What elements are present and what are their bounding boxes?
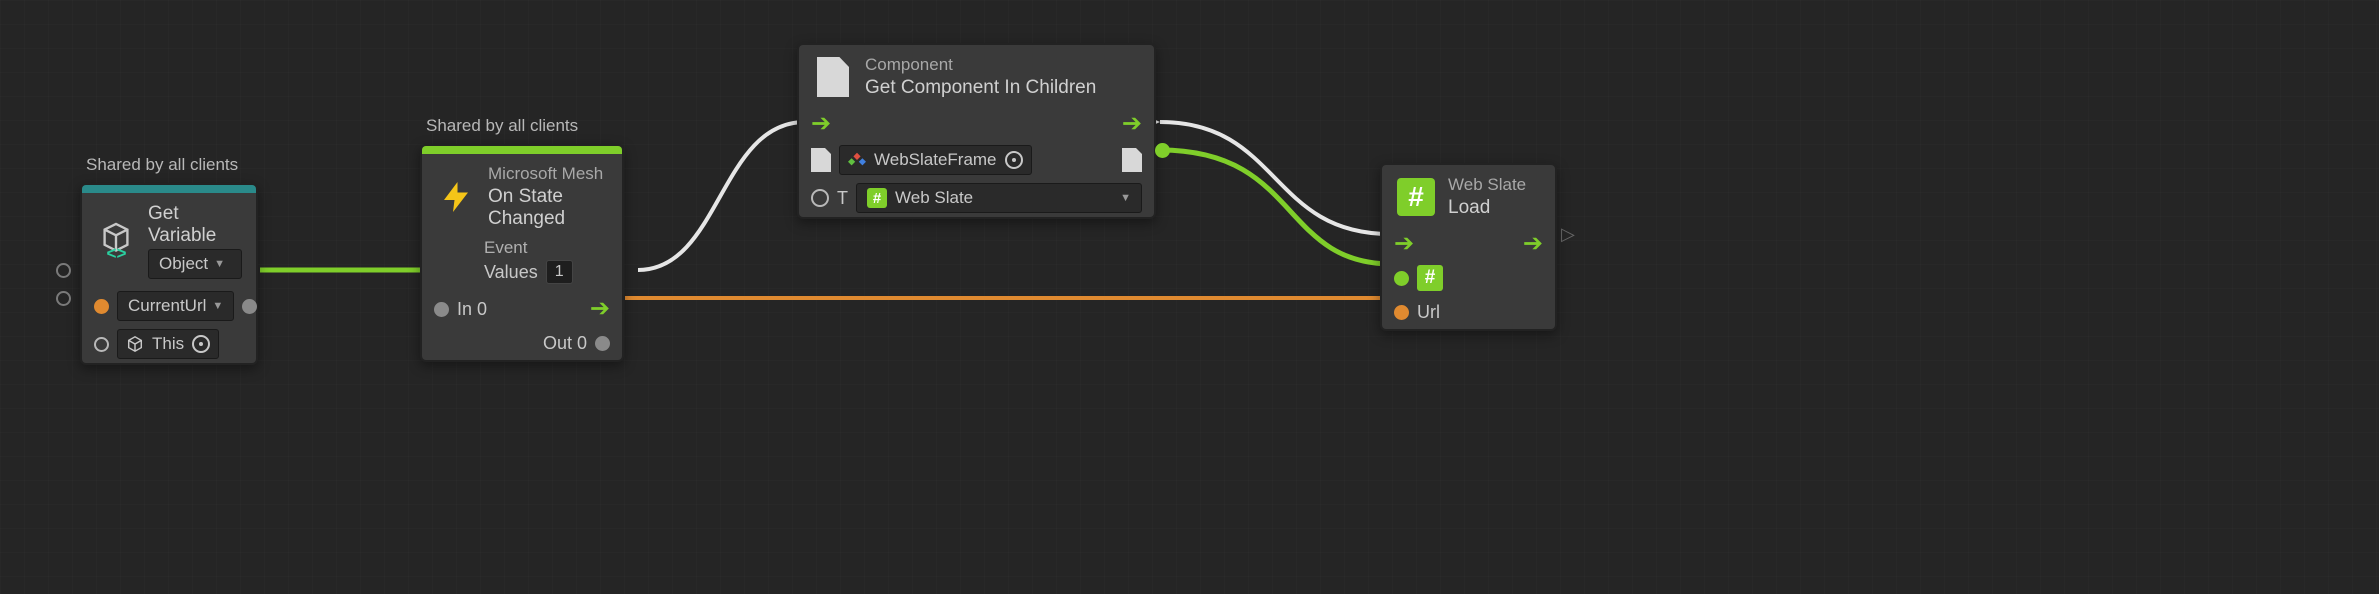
cube-icon: [126, 335, 144, 353]
values-label: Values: [484, 262, 538, 283]
node-web-slate-load[interactable]: # Web Slate Load ➔ ➔ # Url: [1380, 163, 1557, 331]
node-title: Get Component In Children: [865, 77, 1096, 99]
target-value: WebSlateFrame: [874, 150, 997, 170]
flow-out-arrow-icon[interactable]: ➔: [590, 297, 610, 321]
url-label: Url: [1417, 302, 1440, 323]
variable-name-value: CurrentUrl: [128, 296, 206, 316]
lightning-icon: [436, 177, 476, 217]
flow-out-arrow-icon[interactable]: ➔: [1523, 232, 1543, 256]
svg-text:<>: <>: [107, 244, 127, 260]
port-in-name[interactable]: [94, 299, 109, 314]
port-in-0[interactable]: [434, 302, 449, 317]
port-in-component[interactable]: [1394, 271, 1409, 286]
node-category: Microsoft Mesh: [488, 164, 608, 184]
type-value: Web Slate: [895, 188, 973, 208]
target-picker-icon[interactable]: [192, 335, 210, 353]
external-port-2[interactable]: [56, 291, 71, 306]
hash-icon: #: [1396, 177, 1436, 217]
node-get-variable[interactable]: Shared by all clients <> Get Variable Ob…: [80, 183, 258, 365]
hash-icon: #: [1417, 265, 1443, 291]
node-category: Web Slate: [1448, 175, 1526, 195]
node-on-state-changed[interactable]: Shared by all clients Microsoft Mesh On …: [420, 144, 624, 362]
type-dropdown[interactable]: # Web Slate ▼: [856, 183, 1142, 213]
variable-icon: <>: [96, 221, 136, 261]
node-title: Get Variable: [148, 203, 242, 247]
kind-value: Object: [159, 254, 208, 274]
external-port-1[interactable]: [56, 263, 71, 278]
node-color-strip: [82, 185, 256, 193]
shared-label: Shared by all clients: [426, 116, 578, 136]
hash-icon: #: [867, 188, 887, 208]
document-icon: [1122, 148, 1142, 172]
target-picker-icon[interactable]: [1005, 151, 1023, 169]
out-label: Out 0: [543, 333, 587, 354]
component-icon: [848, 151, 866, 169]
values-count[interactable]: 1: [546, 260, 573, 284]
target-field[interactable]: WebSlateFrame: [839, 145, 1032, 175]
event-section-label: Event: [484, 238, 608, 258]
flow-out-arrow-icon[interactable]: ➔: [1122, 112, 1142, 136]
target-field[interactable]: This: [117, 329, 219, 359]
external-flow-port[interactable]: ▷: [1561, 224, 1575, 245]
kind-dropdown[interactable]: Object ▼: [148, 249, 242, 279]
port-in-target[interactable]: [94, 337, 109, 352]
target-value: This: [152, 334, 184, 354]
chevron-down-icon: ▼: [212, 300, 223, 312]
chevron-down-icon: ▼: [1120, 192, 1131, 204]
shared-label: Shared by all clients: [86, 155, 238, 175]
node-category: Component: [865, 55, 1096, 75]
node-color-strip: [422, 146, 622, 154]
port-in-url[interactable]: [1394, 305, 1409, 320]
in-label: In 0: [457, 299, 487, 320]
type-label: T: [837, 188, 848, 209]
chevron-down-icon: ▼: [214, 258, 225, 270]
document-icon: [813, 57, 853, 97]
flow-in-arrow-icon[interactable]: ➔: [811, 112, 831, 136]
port-out-0[interactable]: [595, 336, 610, 351]
port-out-value[interactable]: [242, 299, 257, 314]
flow-in-arrow-icon[interactable]: ➔: [1394, 232, 1414, 256]
document-icon: [811, 148, 831, 172]
variable-name-dropdown[interactable]: CurrentUrl ▼: [117, 291, 234, 321]
node-get-component-in-children[interactable]: Component Get Component In Children ➔ ➔ …: [797, 43, 1156, 219]
node-title: Load: [1448, 197, 1526, 219]
port-out-component[interactable]: [1155, 143, 1170, 158]
node-title: On State Changed: [488, 186, 608, 230]
port-in-type[interactable]: [811, 189, 829, 207]
